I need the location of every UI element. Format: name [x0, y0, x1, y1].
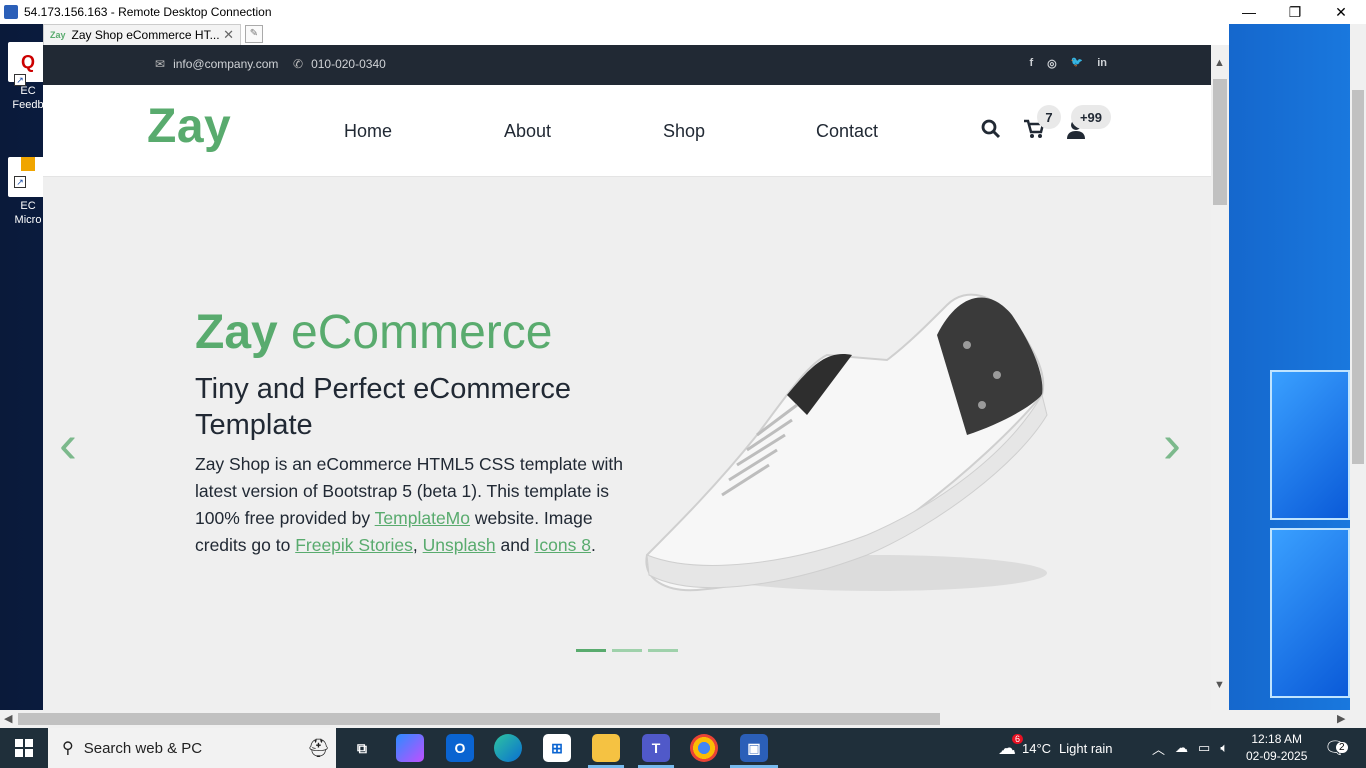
cart-count-badge: 7 [1037, 105, 1061, 129]
weather-widget[interactable]: ☁ 6 14°C Light rain [998, 728, 1113, 768]
nav-about[interactable]: About [504, 121, 551, 142]
search-icon: ⚲ [62, 740, 74, 757]
phone-icon: ✆ [293, 57, 304, 71]
scroll-right-icon[interactable]: ▶ [1337, 712, 1345, 725]
hero-text: and [495, 535, 535, 555]
user-count-badge: +99 [1071, 105, 1111, 129]
nav-shop[interactable]: Shop [663, 121, 705, 142]
notification-count: 2 [1336, 742, 1348, 753]
notification-center[interactable]: 🗨︎ 2 [1324, 728, 1348, 768]
freepik-link[interactable]: Freepik Stories [295, 535, 413, 555]
sneaker-image [645, 293, 1048, 592]
edge-icon[interactable] [494, 734, 522, 762]
email-text: info@company.com [173, 57, 279, 71]
hero-title: Zay eCommerce [195, 305, 552, 360]
phone-contact[interactable]: ✆ 010-020-0340 [293, 57, 386, 71]
restore-button[interactable]: ❐ [1272, 0, 1318, 24]
carousel-prev-icon[interactable]: ‹ [59, 413, 77, 475]
copilot-icon[interactable] [396, 734, 424, 762]
clock-date: 02-09-2025 [1246, 749, 1308, 763]
tab-favicon: Zay [50, 30, 66, 40]
phone-text: 010-020-0340 [311, 57, 386, 71]
hero-title-light: eCommerce [277, 306, 553, 359]
search-placeholder: Search web & PC [83, 739, 203, 757]
volume-icon[interactable]: 🔈︎ [1220, 740, 1228, 756]
top-info-bar: ✉ info@company.com ✆ 010-020-0340 f ◎ 🐦 … [43, 45, 1211, 85]
carousel-indicator[interactable] [612, 649, 642, 652]
remote-desktop-icon[interactable]: ▣ [740, 734, 768, 762]
site-logo[interactable]: Zay [147, 99, 231, 154]
scroll-thumb[interactable] [1213, 79, 1227, 205]
tab-title: Zay Shop eCommerce HT... [71, 28, 220, 42]
rdc-vertical-scrollbar[interactable] [1350, 24, 1366, 710]
chevron-up-icon[interactable]: ︿ [1152, 739, 1165, 758]
linkedin-icon[interactable]: in [1097, 57, 1107, 70]
clock-time: 12:18 AM [1251, 732, 1303, 746]
scroll-down-icon[interactable]: ▼ [1214, 679, 1225, 691]
onedrive-icon[interactable]: ☁ [1175, 740, 1188, 756]
rdc-titlebar[interactable]: 54.173.156.163 - Remote Desktop Connecti… [0, 0, 1366, 24]
carousel-indicator[interactable] [576, 649, 606, 652]
teams-icon[interactable]: T [642, 734, 670, 762]
instagram-icon[interactable]: ◎ [1047, 57, 1057, 70]
templatemo-link[interactable]: TemplateMo [375, 508, 470, 528]
hero-subtitle: Tiny and Perfect eCommerce Template [195, 373, 572, 441]
hero-carousel: ‹ Zay eCommerce Tiny and Perfect eCommer… [43, 177, 1211, 710]
new-tab-button[interactable]: ✎ [245, 25, 263, 43]
hero-title-bold: Zay [195, 306, 278, 359]
browser-tabstrip: Zay Zay Shop eCommerce HT... ✕ ✎ [43, 24, 1229, 45]
nav-home[interactable]: Home [344, 121, 392, 142]
file-explorer-icon[interactable] [592, 734, 620, 762]
outlook-icon[interactable]: O [446, 734, 474, 762]
social-links: f ◎ 🐦 in [1029, 57, 1107, 70]
browser-tab[interactable]: Zay Zay Shop eCommerce HT... ✕ [43, 24, 241, 45]
email-contact[interactable]: ✉ info@company.com [155, 57, 278, 71]
taskbar-search[interactable]: ⚲ Search web & PC ⛑ [48, 728, 336, 768]
minimize-button[interactable]: — [1226, 0, 1272, 24]
start-button[interactable] [0, 728, 48, 768]
carousel-indicators [576, 649, 678, 652]
rdc-title: 54.173.156.163 - Remote Desktop Connecti… [24, 5, 272, 19]
hero-description: Zay Shop is an eCommerce HTML5 CSS templ… [195, 451, 635, 559]
nav-contact[interactable]: Contact [816, 121, 878, 142]
carousel-indicator[interactable] [648, 649, 678, 652]
search-highlight-icon: ⛑ [307, 737, 330, 758]
store-icon[interactable]: ⊞ [543, 734, 571, 762]
scroll-left-icon[interactable]: ◀ [4, 712, 12, 725]
system-tray: ︿ ☁ ▭ 🔈︎ [1152, 728, 1228, 768]
scroll-thumb[interactable] [1352, 90, 1364, 464]
weather-temp: 14°C [1022, 740, 1052, 756]
main-navbar: Zay Home About Shop Contact 7 +99 [43, 85, 1211, 177]
page-vertical-scrollbar[interactable]: ▲ ▼ [1211, 45, 1229, 710]
rdc-app-icon [4, 5, 18, 19]
close-button[interactable]: ✕ [1318, 0, 1364, 24]
page-viewport: ✉ info@company.com ✆ 010-020-0340 f ◎ 🐦 … [43, 45, 1211, 710]
network-icon[interactable]: ▭ [1198, 740, 1210, 756]
scroll-thumb[interactable] [18, 713, 940, 725]
chrome-icon[interactable] [690, 734, 718, 762]
envelope-icon: ✉ [155, 57, 166, 71]
weather-badge: 6 [1012, 734, 1024, 744]
carousel-next-icon[interactable]: › [1163, 413, 1181, 475]
facebook-icon[interactable]: f [1029, 57, 1033, 70]
hero-text: . [590, 535, 596, 555]
icons8-link[interactable]: Icons 8 [535, 535, 591, 555]
weather-text: Light rain [1059, 740, 1113, 756]
taskbar: ⚲ Search web & PC ⛑ ⧉ O ⊞ T ▣ ☁ 6 14°C L… [0, 728, 1366, 768]
rdc-horizontal-scrollbar[interactable]: ◀ ▶ [0, 710, 1366, 728]
twitter-icon[interactable]: 🐦 [1071, 57, 1083, 70]
search-icon[interactable] [981, 119, 1001, 145]
remote-desktop-window: 54.173.156.163 - Remote Desktop Connecti… [0, 0, 1366, 728]
scroll-up-icon[interactable]: ▲ [1214, 57, 1225, 69]
hero-text: , [412, 535, 423, 555]
unsplash-link[interactable]: Unsplash [423, 535, 496, 555]
clock[interactable]: 12:18 AM 02-09-2025 [1246, 728, 1307, 768]
windows-start-icon [15, 739, 33, 757]
tab-close-icon[interactable]: ✕ [223, 27, 234, 43]
task-view-icon[interactable]: ⧉ [348, 734, 376, 762]
